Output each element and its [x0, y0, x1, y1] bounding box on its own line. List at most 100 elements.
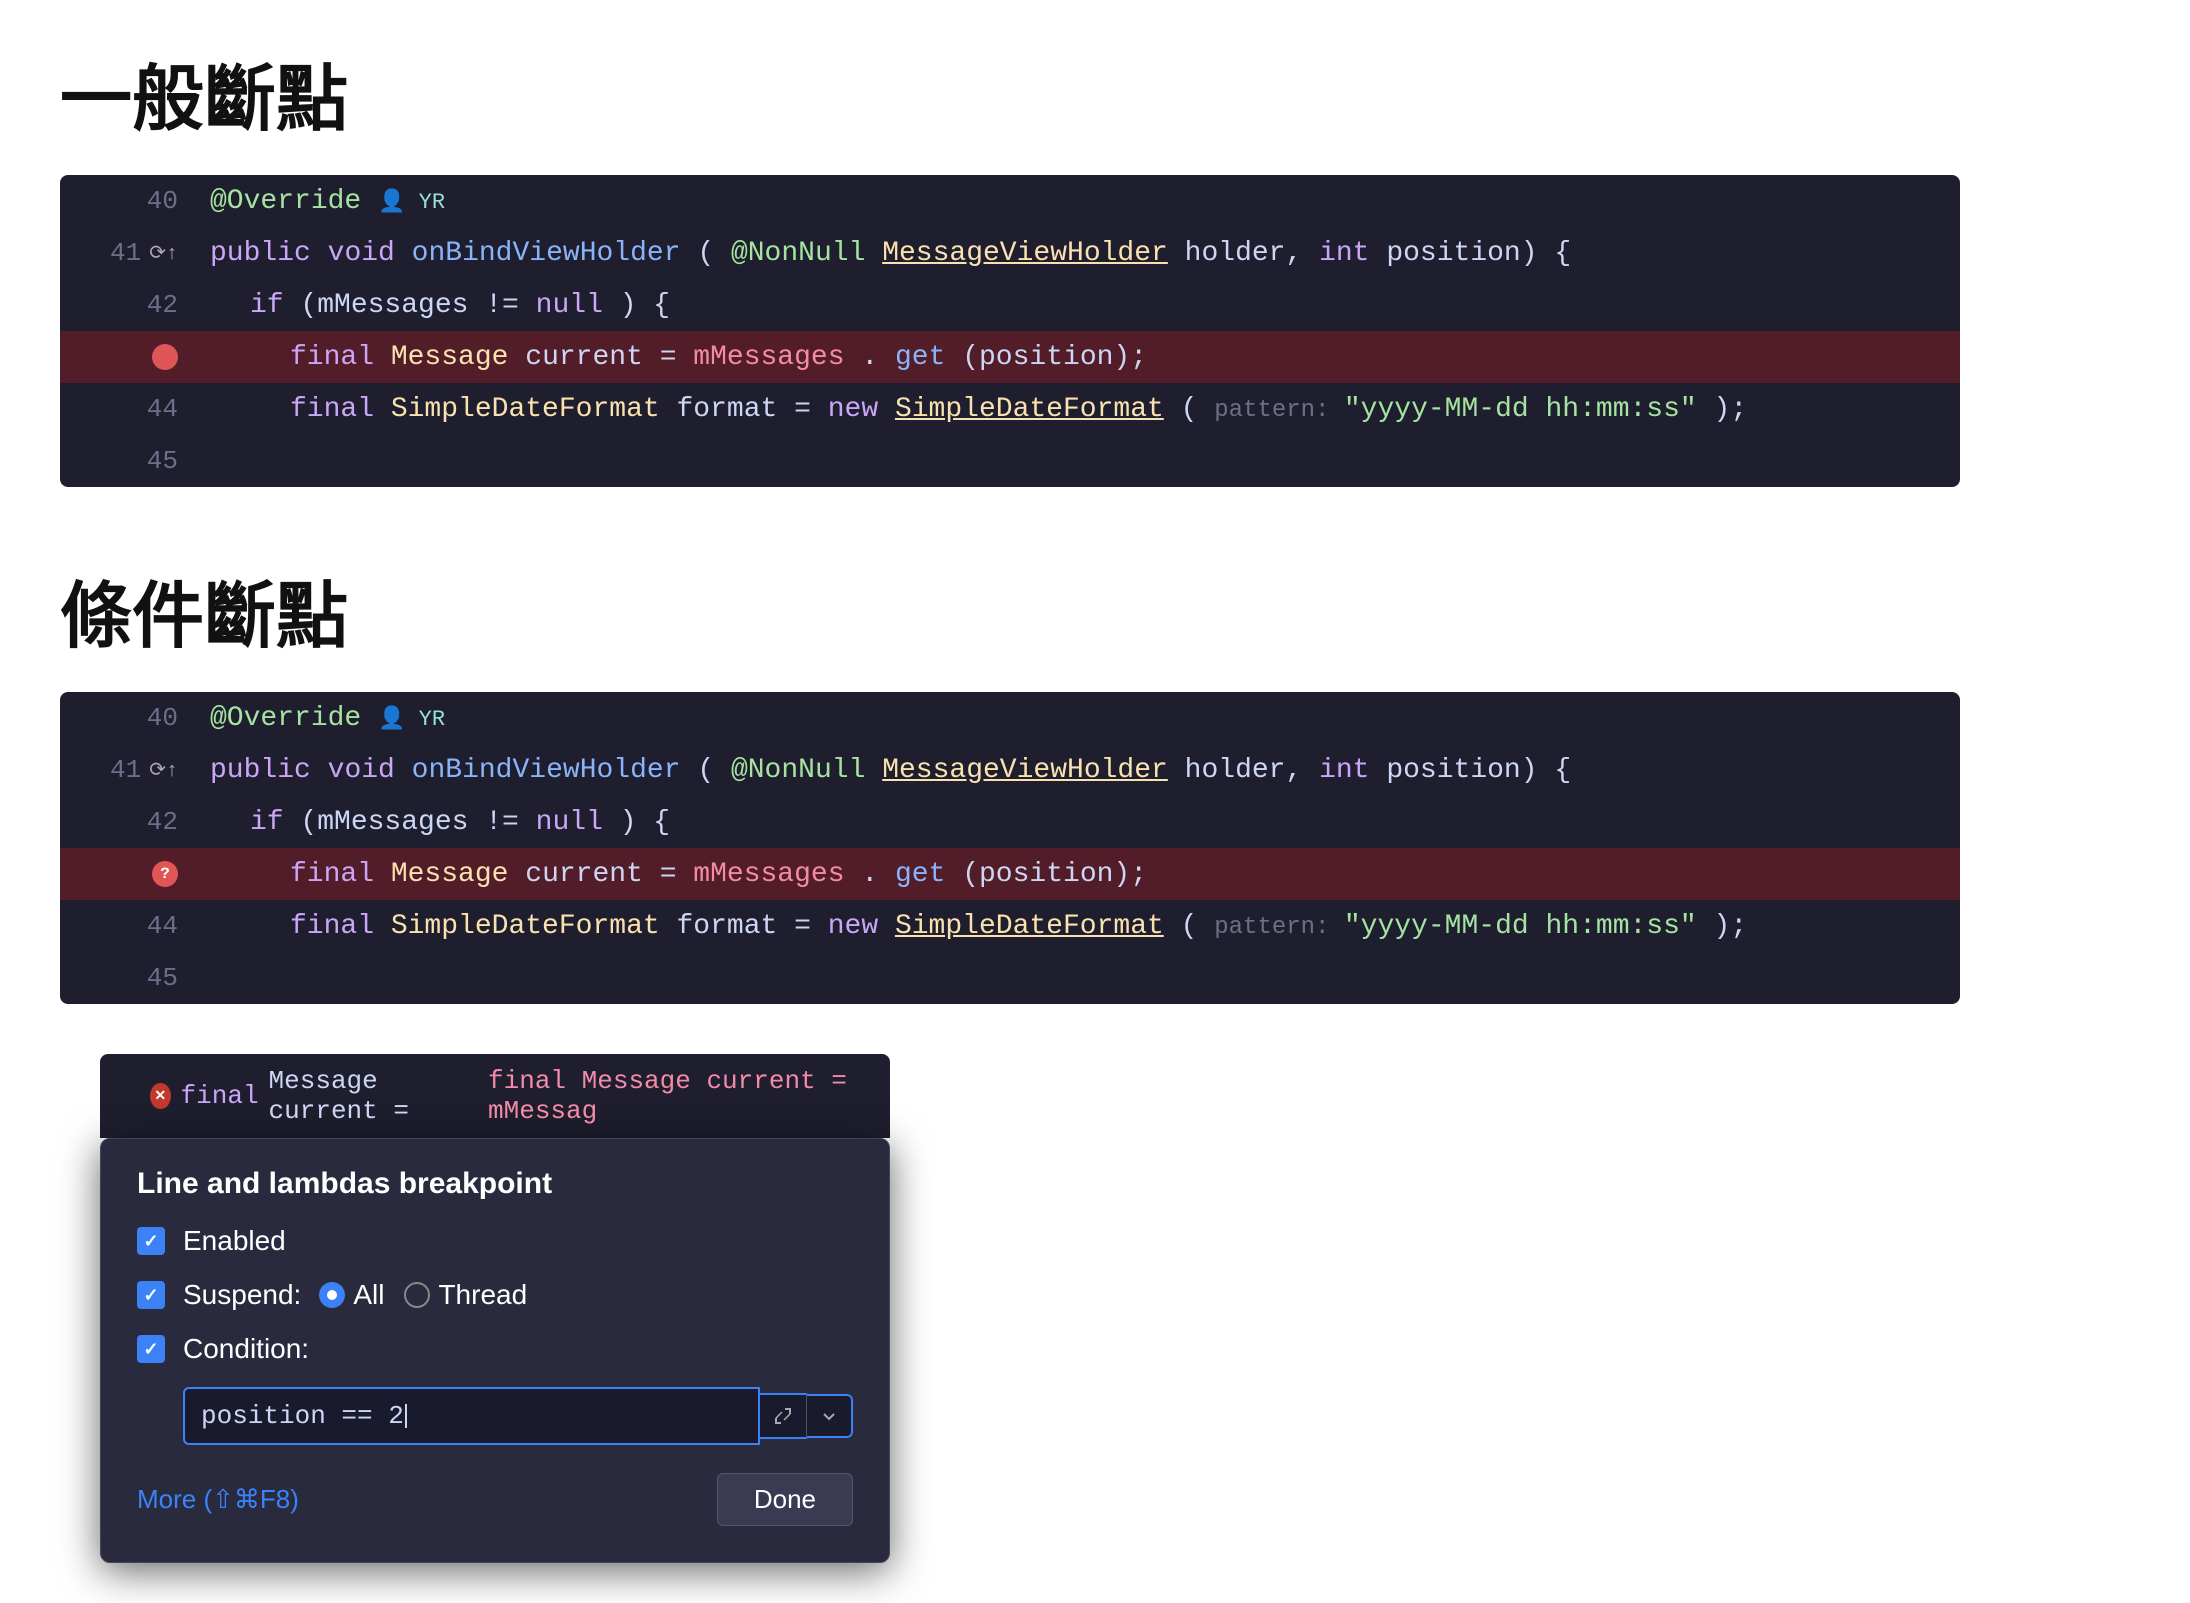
enabled-checkbox[interactable] — [137, 1227, 165, 1255]
line-number: 41 — [101, 755, 141, 785]
condition-value: position == 2 — [201, 1401, 404, 1431]
line-number: 42 — [138, 807, 178, 837]
suspend-label: Suspend: — [183, 1279, 301, 1311]
code-line: 41 ⟳↑ public void onBindViewHolder ( @No… — [60, 227, 1960, 279]
radio-thread-item[interactable]: Thread — [404, 1279, 527, 1311]
line-number: 42 — [138, 290, 178, 320]
code-text: Message current = — [269, 1066, 478, 1126]
condition-checkbox[interactable] — [137, 1335, 165, 1363]
error-breakpoint-icon: ✕ — [150, 1083, 171, 1109]
keyword: final — [181, 1081, 259, 1111]
code-text: ( — [1181, 911, 1198, 942]
radio-all-button[interactable] — [319, 1282, 345, 1308]
line-number-area: 45 — [60, 963, 190, 993]
method-name: onBindViewHolder — [412, 755, 681, 786]
variable: mMessages — [693, 859, 844, 890]
line-number: 41 — [101, 238, 141, 268]
string-literal: "yyyy-MM-dd hh:mm:ss" — [1344, 911, 1697, 942]
code-text: current = — [525, 859, 693, 890]
section2-title: 條件斷點 — [60, 557, 2130, 662]
type-name: Message — [391, 859, 509, 890]
code-annotation: @Override — [210, 186, 361, 217]
type-name: SimpleDateFormat — [391, 394, 660, 425]
radio-thread-label: Thread — [438, 1279, 527, 1311]
line-number-area: 44 — [60, 394, 190, 424]
enabled-label: Enabled — [183, 1225, 286, 1257]
line-number: 40 — [138, 186, 178, 216]
code-content: public void onBindViewHolder ( @NonNull … — [190, 755, 1960, 786]
code-text: (position); — [962, 859, 1147, 890]
radio-thread-button[interactable] — [404, 1282, 430, 1308]
more-link[interactable]: More (⇧⌘F8) — [137, 1484, 299, 1515]
code-text: ) { — [620, 807, 670, 838]
code-text: (mMessages != — [300, 807, 535, 838]
suspend-radio-group: All Thread — [319, 1279, 527, 1311]
string-literal: "yyyy-MM-dd hh:mm:ss" — [1344, 394, 1697, 425]
popup-title: Line and lambdas breakpoint — [137, 1167, 853, 1201]
line-number: 40 — [138, 703, 178, 733]
line-number-area: 41 ⟳↑ — [60, 238, 190, 268]
done-button[interactable]: Done — [717, 1473, 853, 1526]
line-number: 44 — [138, 911, 178, 941]
code-content: if (mMessages != null ) { — [190, 807, 1960, 838]
code-content: @Override 👤 YR — [190, 703, 1960, 734]
code-text: ) { — [620, 290, 670, 321]
radio-all-item[interactable]: All — [319, 1279, 384, 1311]
line-number-area: 40 — [60, 703, 190, 733]
line-number-area: 45 — [60, 446, 190, 476]
breakpoint-dot — [152, 344, 178, 370]
code-line: 40 @Override 👤 YR — [60, 692, 1960, 744]
popup-behind-code: ✕ final Message current = final Message … — [100, 1054, 890, 1138]
suspend-checkbox[interactable] — [137, 1281, 165, 1309]
line-badge: ⟳↑ — [149, 240, 178, 266]
method-name: onBindViewHolder — [412, 238, 681, 269]
popup-overlay: ✕ final Message current = final Message … — [100, 1054, 890, 1563]
code-line: 44 final SimpleDateFormat format = new S… — [60, 900, 1960, 952]
code-text: (mMessages != — [300, 290, 535, 321]
type-name: MessageViewHolder — [882, 755, 1168, 786]
keyword: new — [828, 911, 878, 942]
code-text: . — [861, 342, 878, 373]
keyword: if — [250, 290, 284, 321]
code-text: ); — [1714, 394, 1748, 425]
code-text: ( — [697, 755, 714, 786]
variable: mMessages — [693, 342, 844, 373]
expand-input-button[interactable] — [760, 1393, 807, 1439]
text-cursor — [405, 1404, 407, 1428]
expand-icon — [774, 1407, 792, 1425]
keyword: final — [290, 342, 374, 373]
code-text: . — [861, 859, 878, 890]
code-line-conditional-breakpoint: final Message current = mMessages . get … — [60, 848, 1960, 900]
code-text: ); — [1714, 911, 1748, 942]
code-text: position) { — [1386, 755, 1571, 786]
enabled-row: Enabled — [137, 1225, 853, 1257]
keyword: null — [536, 807, 603, 838]
type-name: SimpleDateFormat — [391, 911, 660, 942]
breakpoint-dialog: Line and lambdas breakpoint Enabled Susp… — [100, 1138, 890, 1563]
code-content: final SimpleDateFormat format = new Simp… — [190, 394, 1960, 425]
code-content: public void onBindViewHolder ( @NonNull … — [190, 238, 1960, 269]
code-text: format = — [676, 394, 827, 425]
user-badge: 👤 YR — [378, 707, 445, 732]
condition-input-row: position == 2 — [183, 1387, 853, 1445]
keyword: final — [290, 859, 374, 890]
code-text: current = — [525, 342, 693, 373]
keyword: public — [210, 755, 311, 786]
method-call: get — [895, 342, 945, 373]
param-hint: pattern: — [1214, 914, 1344, 941]
code-line: 42 if (mMessages != null ) { — [60, 796, 1960, 848]
condition-input-display[interactable]: position == 2 — [183, 1387, 760, 1445]
code-content: @Override 👤 YR — [190, 186, 1960, 217]
line-number: 44 — [138, 394, 178, 424]
chevron-down-icon — [821, 1408, 837, 1424]
keyword: final — [290, 394, 374, 425]
code-text: format = — [676, 911, 827, 942]
line-number-area: 44 — [60, 911, 190, 941]
code-text: holder, — [1185, 238, 1319, 269]
line-number-area: 40 — [60, 186, 190, 216]
code-text: (position); — [962, 342, 1147, 373]
dropdown-input-button[interactable] — [807, 1394, 853, 1438]
line-number-area — [60, 861, 190, 887]
code-content: if (mMessages != null ) { — [190, 290, 1960, 321]
suspend-row: Suspend: All Thread — [137, 1279, 853, 1311]
